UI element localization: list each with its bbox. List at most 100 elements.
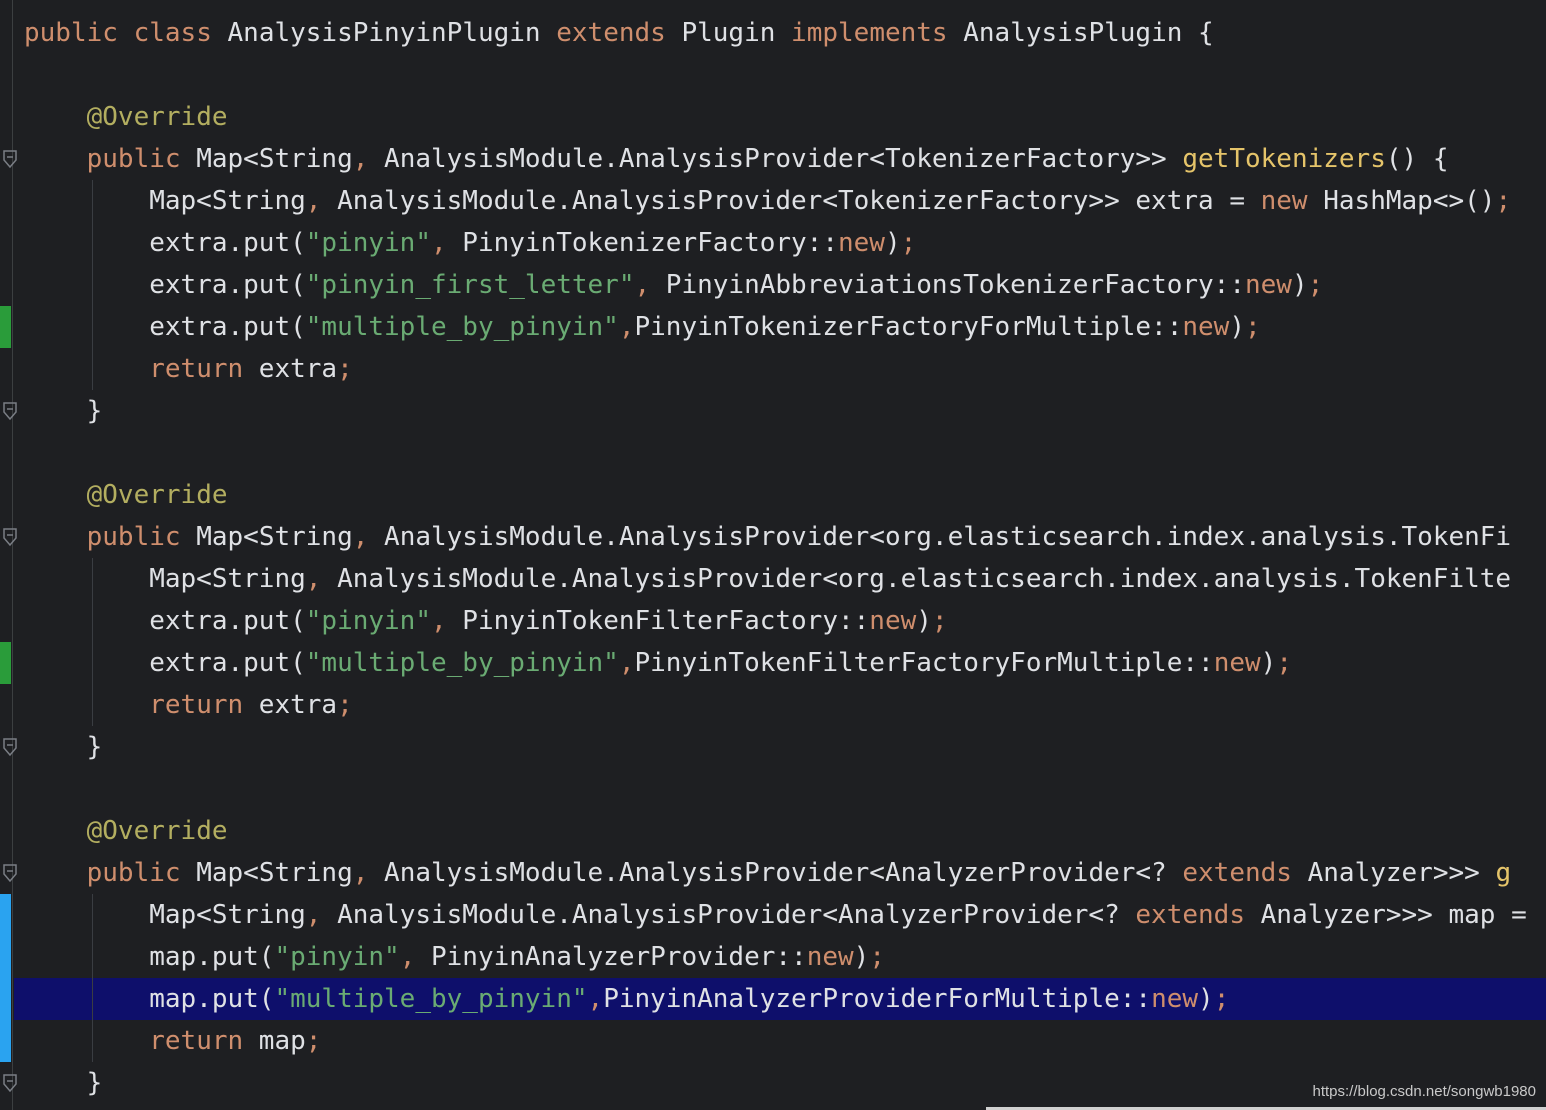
code-line[interactable]: extra.put("pinyin", PinyinTokenizerFacto… <box>14 222 1546 264</box>
code-token: extra.put( <box>24 228 306 258</box>
code-token: ; <box>1307 270 1324 300</box>
code-token: AnalysisPinyinPlugin <box>211 18 557 48</box>
code-token: AnalysisModule.AnalysisProvider<org.elas… <box>321 564 1512 594</box>
code-token: new <box>1182 312 1230 342</box>
code-token: , <box>399 942 416 972</box>
vcs-change-marker[interactable] <box>0 642 11 684</box>
code-token: map.put( <box>24 984 275 1014</box>
editor-gutter <box>0 0 17 1110</box>
code-token: public <box>86 858 181 888</box>
code-token: AnalysisPlugin { <box>947 18 1214 48</box>
code-token: ; <box>1276 648 1292 678</box>
code-line[interactable] <box>14 432 1546 474</box>
code-token: new <box>838 228 885 258</box>
code-token: , <box>352 522 369 552</box>
code-token: "pinyin" <box>305 606 431 636</box>
code-token: Analyzer>>> <box>1291 858 1496 888</box>
code-token: ) <box>1291 270 1308 300</box>
code-token: ) <box>884 228 901 258</box>
code-token: class <box>133 18 212 48</box>
code-line[interactable]: public Map<String, AnalysisModule.Analys… <box>14 852 1546 894</box>
code-token: extends <box>1135 900 1245 930</box>
code-token: "pinyin" <box>274 942 400 972</box>
code-token: extra.put( <box>24 606 306 636</box>
code-token: ; <box>931 606 948 636</box>
code-token: PinyinTokenFilterFactory:: <box>446 606 870 636</box>
code-token: new <box>1151 984 1199 1014</box>
code-token: ) <box>1260 648 1277 678</box>
watermark: https://blog.csdn.net/songwb1980 <box>1312 1083 1537 1100</box>
code-token: @Override <box>86 816 228 846</box>
code-line[interactable]: map.put("pinyin", PinyinAnalyzerProvider… <box>14 936 1546 978</box>
code-token: , <box>634 270 651 300</box>
code-token: , <box>431 606 447 636</box>
code-token: return <box>149 690 244 720</box>
code-token: , <box>305 900 322 930</box>
code-token: extra <box>243 354 338 384</box>
code-line[interactable]: public class AnalysisPinyinPlugin extend… <box>14 12 1546 54</box>
code-token: @Override <box>86 102 228 132</box>
code-line[interactable]: } <box>14 726 1546 768</box>
code-token: () { <box>1385 144 1449 174</box>
code-line-selected[interactable]: map.put("multiple_by_pinyin",PinyinAnaly… <box>14 978 1546 1020</box>
vcs-change-marker[interactable] <box>0 306 11 348</box>
code-token: extra.put( <box>24 312 306 342</box>
code-line[interactable]: extra.put("multiple_by_pinyin",PinyinTok… <box>14 642 1546 684</box>
code-editor[interactable]: public class AnalysisPinyinPlugin extend… <box>14 0 1546 1110</box>
code-token: ; <box>1213 984 1230 1014</box>
code-line[interactable] <box>14 768 1546 810</box>
code-line[interactable]: return extra; <box>14 684 1546 726</box>
code-token: HashMap<>() <box>1307 186 1496 216</box>
code-token: return <box>149 354 244 384</box>
code-line[interactable]: Map<String, AnalysisModule.AnalysisProvi… <box>14 180 1546 222</box>
code-line[interactable]: } <box>14 390 1546 432</box>
code-line[interactable]: extra.put("pinyin", PinyinTokenFilterFac… <box>14 600 1546 642</box>
code-line[interactable] <box>14 54 1546 96</box>
code-line[interactable]: @Override <box>14 810 1546 852</box>
code-token: AnalysisModule.AnalysisProvider<Analyzer… <box>321 900 1136 930</box>
code-token: public <box>86 144 181 174</box>
indent-guide <box>92 558 93 726</box>
code-line[interactable]: return extra; <box>14 348 1546 390</box>
code-line[interactable]: Map<String, AnalysisModule.AnalysisProvi… <box>14 894 1546 936</box>
code-token: extends <box>1182 858 1292 888</box>
code-token: ) <box>853 942 870 972</box>
code-token: new <box>1213 648 1261 678</box>
code-line[interactable]: @Override <box>14 96 1546 138</box>
code-token: AnalysisModule.AnalysisProvider<Analyzer… <box>368 858 1183 888</box>
code-token: Map<String <box>180 522 353 552</box>
code-token: extra.put( <box>24 648 306 678</box>
code-token: return <box>149 1026 244 1056</box>
code-token: ) <box>1198 984 1214 1014</box>
code-token: ; <box>337 690 353 720</box>
code-token: Map<String <box>180 858 353 888</box>
code-token: "multiple_by_pinyin" <box>305 312 619 342</box>
code-token: ; <box>337 354 353 384</box>
code-token: new <box>1244 270 1292 300</box>
code-token: ; <box>305 1026 322 1056</box>
code-line[interactable]: public Map<String, AnalysisModule.Analys… <box>14 516 1546 558</box>
code-token: Map<String <box>180 144 353 174</box>
code-token: Map<String <box>24 564 306 594</box>
code-line[interactable]: Map<String, AnalysisModule.AnalysisProvi… <box>14 558 1546 600</box>
code-line[interactable]: extra.put("pinyin_first_letter", PinyinA… <box>14 264 1546 306</box>
code-line[interactable]: extra.put("multiple_by_pinyin",PinyinTok… <box>14 306 1546 348</box>
vcs-change-marker[interactable] <box>0 894 11 1062</box>
code-token: ) <box>1229 312 1245 342</box>
code-line[interactable]: @Override <box>14 474 1546 516</box>
code-token: } <box>24 732 103 762</box>
code-line[interactable]: public Map<String, AnalysisModule.Analys… <box>14 138 1546 180</box>
code-token: extra <box>243 690 338 720</box>
code-token: Analyzer>>> map = <box>1244 900 1527 930</box>
code-token: map.put( <box>24 942 275 972</box>
code-line[interactable]: return map; <box>14 1020 1546 1062</box>
code-token: new <box>806 942 854 972</box>
code-token: Map<String <box>24 900 306 930</box>
